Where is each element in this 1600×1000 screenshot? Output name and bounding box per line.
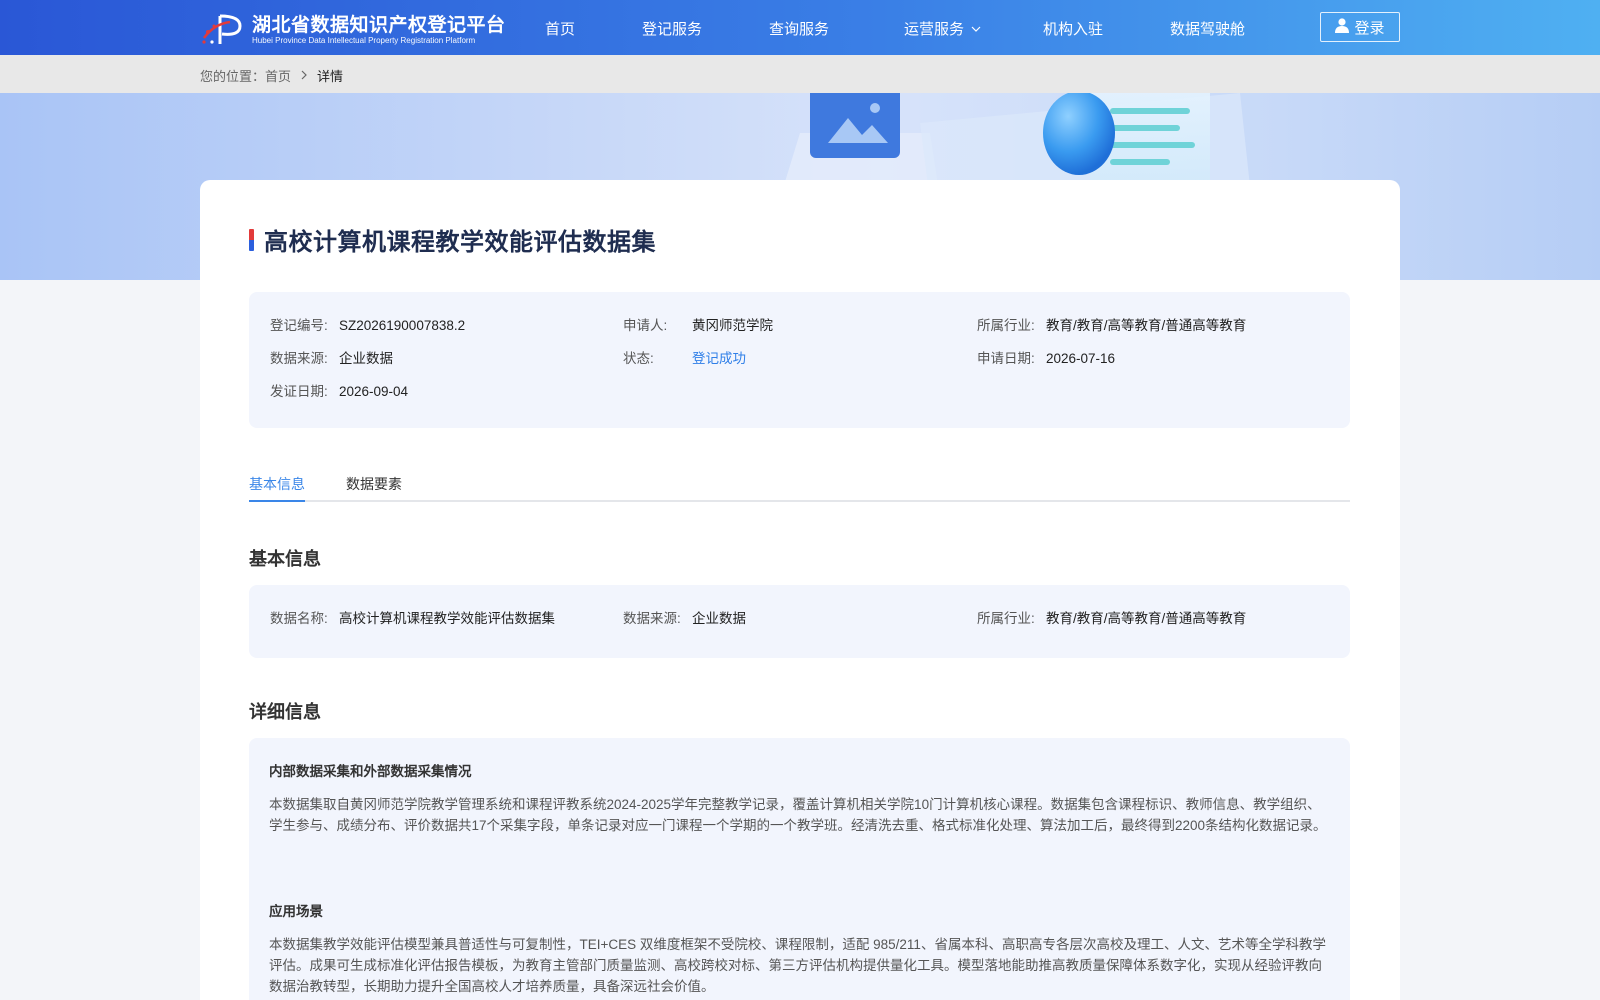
field-label: 数据来源: [623,611,681,626]
detail-card: 高校计算机课程教学效能评估数据集 登记编号: SZ2026190007838.2 … [200,180,1400,1000]
field-label: 状态: [623,351,654,366]
logo-title: 湖北省数据知识产权登记平台 [252,13,506,36]
detail-title-row: 高校计算机课程教学效能评估数据集 [249,222,656,257]
title-accent-mark [249,228,254,251]
scenario-subtitle: 应用场景 [269,904,323,919]
field-label: 所属行业: [977,318,1035,333]
tab-data-elements[interactable]: 数据要素 [346,474,402,494]
field-data-industry: 所属行业: 教育/教育/高等教育/普通高等教育 [977,607,1246,627]
field-reg-no: 登记编号: SZ2026190007838.2 [270,314,465,334]
field-label: 数据名称: [270,611,328,626]
field-industry: 所属行业: 教育/教育/高等教育/普通高等教育 [977,314,1246,334]
section-title-basic: 基本信息 [249,549,321,570]
field-label: 登记编号: [270,318,328,333]
field-value: 黄冈师范学院 [692,318,773,333]
nav-registration-services[interactable]: 登记服务 [642,18,702,39]
chevron-right-icon [301,68,307,83]
breadcrumb-bar: 您的位置： 首页 详情 [0,55,1600,93]
field-label: 所属行业: [977,611,1035,626]
logo-emblem-icon [200,12,248,48]
field-value: 2026-09-04 [339,384,409,399]
breadcrumb: 您的位置： 首页 详情 [200,66,343,85]
field-applicant: 申请人: 黄冈师范学院 [623,314,773,334]
login-button[interactable]: 登录 [1320,12,1400,42]
field-data-name: 数据名称: 高校计算机课程教学效能评估数据集 [270,607,555,627]
user-icon [1335,17,1350,37]
field-source: 数据来源: 企业数据 [270,347,393,367]
status-badge: 登记成功 [692,351,746,366]
detail-info-box: 内部数据采集和外部数据采集情况 本数据集取自黄冈师范学院教学管理系统和课程评教系… [249,738,1350,1000]
detail-tabs: 基本信息 数据要素 [249,470,1350,502]
field-label: 发证日期: [270,384,328,399]
logo-subtitle: Hubei Province Data Intellectual Propert… [252,35,476,45]
collection-paragraph: 本数据集取自黄冈师范学院教学管理系统和课程评教系统2024-2025学年完整教学… [269,797,1327,833]
field-value: 教育/教育/高等教育/普通高等教育 [1046,318,1247,333]
scenario-paragraph: 本数据集教学效能评估模型兼具普适性与可复制性，TEI+CES 双维度框架不受院校… [269,937,1326,994]
field-value: 高校计算机课程教学效能评估数据集 [339,611,555,626]
field-value: 2026-07-16 [1046,351,1116,366]
nav-institution-entry[interactable]: 机构入驻 [1043,18,1103,39]
nav-operation-services[interactable]: 运营服务 [904,18,981,39]
platform-logo[interactable]: 湖北省数据知识产权登记平台 Hubei Province Data Intell… [200,12,506,48]
section-title-details: 详细信息 [249,702,321,723]
field-label: 申请日期: [977,351,1035,366]
breadcrumb-prefix: 您的位置： [200,69,266,84]
dataset-title: 高校计算机课程教学效能评估数据集 [264,228,656,256]
basic-info-box: 数据名称: 高校计算机课程教学效能评估数据集 数据来源: 企业数据 所属行业: 教育/… [249,585,1350,658]
login-label: 登录 [1354,19,1385,37]
nav-home[interactable]: 首页 [545,18,575,39]
field-label: 申请人: [623,318,668,333]
nav-query-services[interactable]: 查询服务 [769,18,829,39]
field-value: 教育/教育/高等教育/普通高等教育 [1046,611,1247,626]
nav-data-cockpit[interactable]: 数据驾驶舱 [1170,18,1245,39]
field-label: 数据来源: [270,351,328,366]
field-issue-date: 发证日期: 2026-09-04 [270,380,408,400]
breadcrumb-current: 详情 [317,69,344,84]
top-header: 湖北省数据知识产权登记平台 Hubei Province Data Intell… [0,0,1600,55]
field-status: 状态: 登记成功 [623,347,746,367]
field-data-source: 数据来源: 企业数据 [623,607,746,627]
active-tab-indicator [249,500,305,502]
field-value: 企业数据 [692,611,746,626]
field-apply-date: 申请日期: 2026-07-16 [977,347,1115,367]
summary-box: 登记编号: SZ2026190007838.2 申请人: 黄冈师范学院 所属行业: 教… [249,292,1350,428]
collection-subtitle: 内部数据采集和外部数据采集情况 [269,764,472,779]
breadcrumb-home[interactable]: 首页 [265,66,291,85]
field-value: 企业数据 [339,351,393,366]
chevron-down-icon [971,19,981,36]
nav-operation-services-label: 运营服务 [904,21,965,38]
tab-basic-info[interactable]: 基本信息 [249,474,305,494]
field-value: SZ2026190007838.2 [339,318,466,333]
